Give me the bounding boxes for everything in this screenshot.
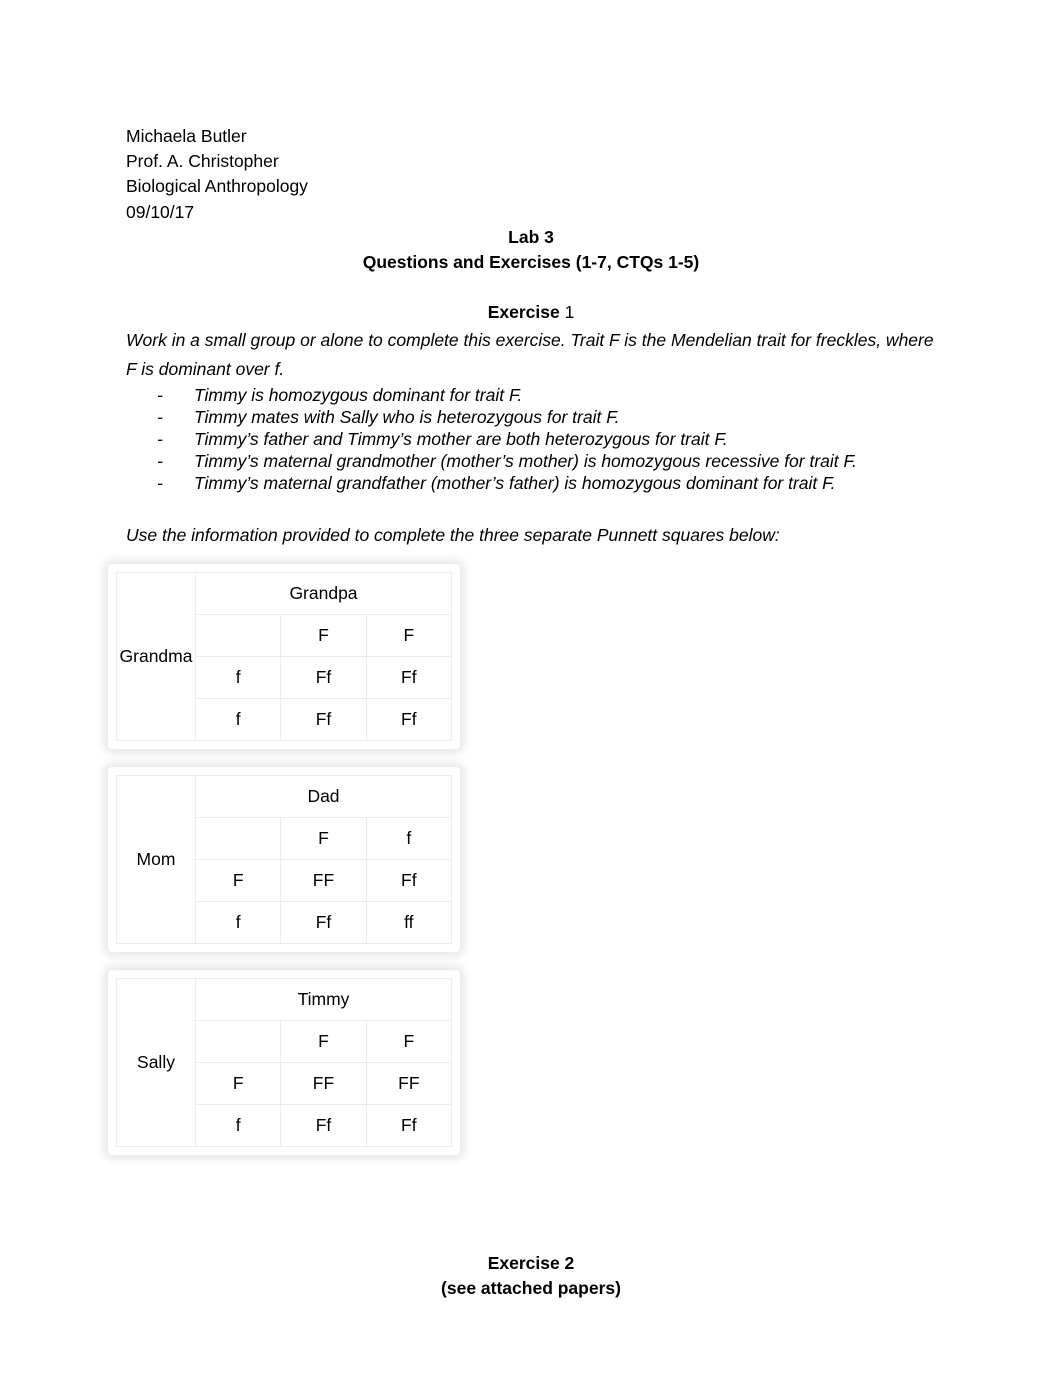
list-item-text: Timmy’s maternal grandmother (mother’s m… [194,451,857,472]
row-allele-1: f [194,697,282,741]
punnett-square-sally-timmy: Sally Timmy F F F FF FF f Ff Ff [108,969,460,1155]
offspring-0-1: FF [365,1061,453,1105]
offspring-1-1: Ff [365,1103,453,1147]
row-parent-label: Grandma [116,571,196,741]
student-info-block: Michaela Butler Prof. A. Christopher Bio… [126,124,936,225]
col-allele-1: F [365,1019,453,1063]
title-spacer [126,275,936,300]
exercise-1-heading-number: 1 [564,302,575,323]
corner-cell [194,613,282,657]
corner-cell [194,1019,282,1063]
col-allele-0: F [280,1019,367,1063]
bullet-dash-marker: - [157,429,163,450]
table-row-header: Mom Dad [116,774,452,944]
row-allele-1: f [194,1103,282,1147]
exercise-2-title: Exercise 2 [487,1252,575,1273]
page-title-subtitle: Questions and Exercises (1-7, CTQs 1-5) [362,252,700,273]
student-name: Michaela Butler [126,126,247,146]
offspring-1-1: ff [365,900,453,944]
offspring-0-1: Ff [365,655,453,699]
row-parent-label: Sally [116,977,196,1147]
bullet-dash-marker: - [157,406,163,427]
offspring-1-0: Ff [280,900,367,944]
punnett-table: Grandma Grandpa F F f Ff Ff f Ff Ff [116,571,453,741]
offspring-1-1: Ff [365,697,453,741]
exercise-1-bullet-list: - Timmy is homozygous dominant for trait… [126,384,936,495]
col-allele-1: F [365,613,453,657]
list-item-text: Timmy’s father and Timmy’s mother are bo… [194,429,728,450]
tables-spacer [126,550,936,564]
document-content: Michaela Butler Prof. A. Christopher Bio… [108,124,936,1302]
offspring-0-0: FF [280,858,367,902]
exercise-1-heading: Exercise 1 [126,300,936,325]
document-page: Michaela Butler Prof. A. Christopher Bio… [0,0,1062,1377]
list-item-text: Timmy’s maternal grandfather (mother’s f… [194,473,836,494]
col-parent-label: Grandpa [195,571,452,615]
bullet-dash-marker: - [157,384,163,405]
list-item: - Timmy’s maternal grandfather (mother’s… [126,472,936,494]
corner-cell [194,816,282,860]
list-item: - Timmy’s father and Timmy’s mother are … [126,428,936,450]
assignment-date: 09/10/17 [126,201,195,222]
list-item: - Timmy’s maternal grandmother (mother’s… [126,450,936,472]
row-allele-0: F [194,858,282,902]
punnett-table: Mom Dad F f F FF Ff f Ff ff [116,774,453,944]
bullet-dash-marker: - [157,473,163,494]
list-item: - Timmy mates with Sally who is heterozy… [126,406,936,428]
row-parent-label: Mom [116,774,196,944]
table-row-header: Sally Timmy [116,977,452,1147]
offspring-0-0: FF [280,1061,367,1105]
punnett-table: Sally Timmy F F F FF FF f Ff Ff [116,977,453,1147]
col-parent-label: Timmy [195,977,452,1021]
exercise-1-intro: Work in a small group or alone to comple… [126,329,934,379]
row-allele-0: f [194,655,282,699]
punnett-instruction: Use the information provided to complete… [126,524,780,545]
list-item-text: Timmy is homozygous dominant for trait F… [194,384,523,405]
footer-spacer [126,1173,936,1251]
row-allele-0: F [194,1061,282,1105]
col-allele-0: F [280,613,367,657]
offspring-0-1: Ff [365,858,453,902]
exercise-2-note: (see attached papers) [441,1278,621,1299]
table-row-header: Grandma Grandpa [116,571,452,741]
offspring-0-0: Ff [280,655,367,699]
punnett-square-parents: Mom Dad F f F FF Ff f Ff ff [108,766,460,952]
row-allele-1: f [194,900,282,944]
col-allele-0: F [280,816,367,860]
col-parent-label: Dad [195,774,452,818]
list-item: - Timmy is homozygous dominant for trait… [126,384,936,406]
professor-name: Prof. A. Christopher [126,151,279,172]
course-name: Biological Anthropology [126,176,308,197]
punnett-square-grandparents: Grandma Grandpa F F f Ff Ff f Ff Ff [108,563,460,749]
offspring-1-0: Ff [280,1103,367,1147]
page-title-lab: Lab 3 [508,226,554,247]
offspring-1-0: Ff [280,697,367,741]
bullet-dash-marker: - [157,451,163,472]
col-allele-1: f [365,816,453,860]
list-item-text: Timmy mates with Sally who is heterozygo… [194,406,620,427]
exercise-1-heading-word: Exercise [487,302,560,323]
